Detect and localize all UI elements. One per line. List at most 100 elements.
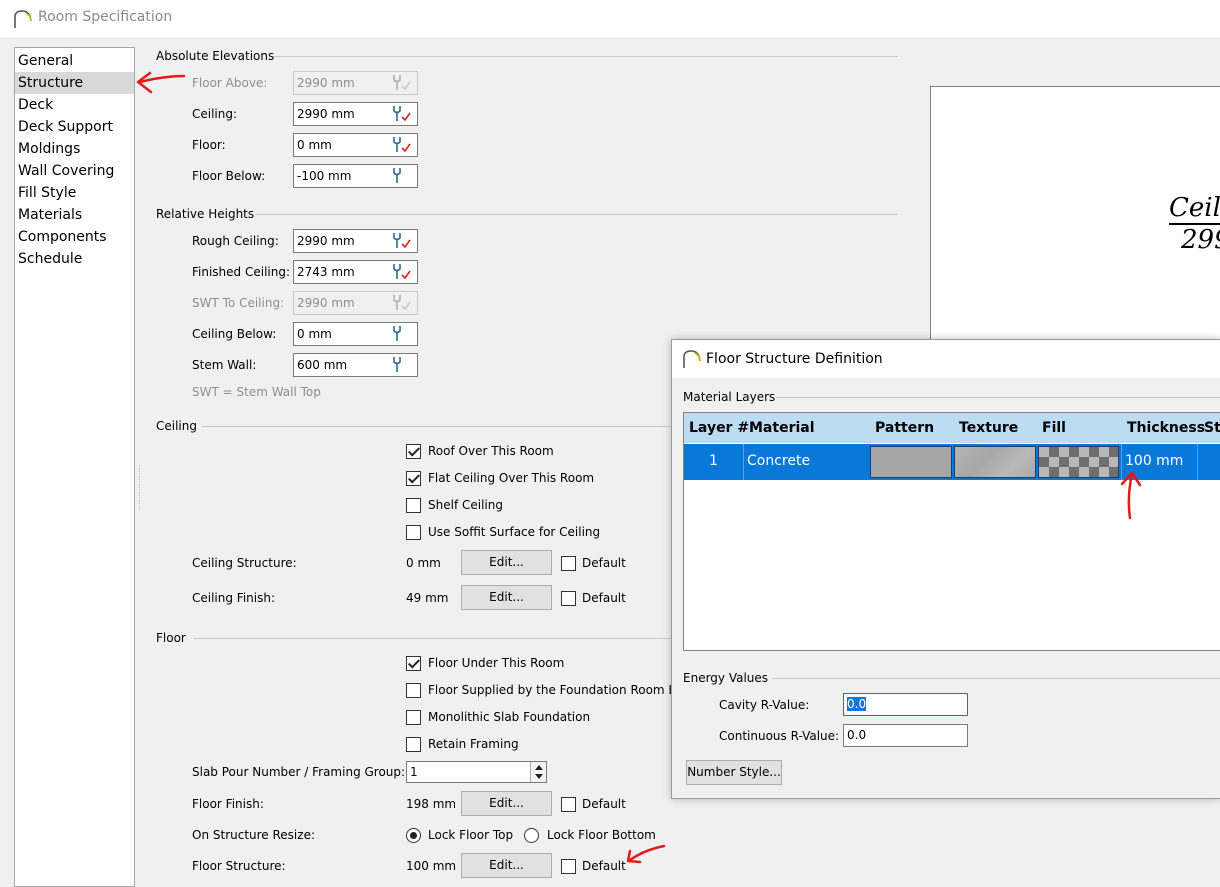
sidebar-item-components[interactable]: Components [15, 226, 134, 248]
wrench-icon[interactable] [388, 166, 414, 186]
col-layer[interactable]: Layer # [689, 420, 749, 436]
rough-ceiling-value: 2990 mm [297, 234, 355, 248]
soffit-surface-label: Use Soffit Surface for Ceiling [428, 525, 601, 539]
material-name: Concrete [747, 453, 811, 469]
col-fill[interactable]: Fill [1042, 420, 1066, 436]
divider [274, 56, 898, 57]
slab-pour-value: 1 [410, 765, 418, 779]
wrench-icon [393, 75, 411, 91]
col-structure[interactable]: Str [1204, 420, 1220, 436]
spin-down-icon[interactable] [534, 773, 544, 780]
sidebar-item-general[interactable]: General [15, 50, 134, 72]
app-logo-icon [14, 10, 32, 28]
ceiling-finish-default-checkbox[interactable] [561, 591, 576, 606]
floor-finish-label: Floor Finish: [192, 797, 264, 811]
col-thickness[interactable]: Thickness [1127, 420, 1205, 436]
material-layers-table[interactable]: Layer # Material Pattern Texture Fill Th… [683, 412, 1220, 651]
sidebar-item-wall-covering[interactable]: Wall Covering [15, 160, 134, 182]
cavity-r-value: 0.0 [847, 697, 867, 711]
layer-number: 1 [709, 453, 718, 469]
cavity-r-input[interactable]: 0.0 [843, 693, 968, 716]
spinner-buttons[interactable] [530, 762, 546, 782]
floor-structure-default-checkbox[interactable] [561, 859, 576, 874]
preview-pane[interactable]: Ceili 299 [930, 86, 1220, 346]
section-relative-heights: Relative Heights [156, 207, 255, 221]
floor-elevation-value: 0 mm [297, 138, 332, 152]
lock-floor-bottom-radio[interactable] [524, 828, 539, 843]
sidebar-item-moldings[interactable]: Moldings [15, 138, 134, 160]
lock-floor-top-label: Lock Floor Top [428, 828, 514, 842]
number-style-button[interactable]: Number Style... [686, 760, 782, 785]
wrench-check-icon[interactable] [388, 135, 414, 155]
sidebar-item-deck[interactable]: Deck [15, 94, 134, 116]
section-material-layers: Material Layers [683, 390, 776, 404]
floor-supplied-foundation-checkbox[interactable] [406, 683, 421, 698]
floor-finish-default-checkbox[interactable] [561, 797, 576, 812]
edit-floor-structure-button[interactable]: Edit... [461, 853, 552, 878]
ceiling-finish-default-label: Default [582, 591, 626, 605]
preview-height-text: 299 [1181, 225, 1220, 255]
floor-structure-dialog[interactable]: Floor Structure Definition Material Laye… [671, 339, 1220, 799]
floor-supplied-foundation-label: Floor Supplied by the Foundation Room Be [428, 683, 671, 697]
edit-ceiling-finish-button[interactable]: Edit... [461, 585, 552, 610]
preview-ceiling-text: Ceili [1169, 193, 1220, 225]
ceiling-below-label: Ceiling Below: [192, 327, 277, 341]
dialog-title: Floor Structure Definition [706, 351, 883, 367]
window-title: Room Specification [38, 9, 173, 25]
continuous-r-value: 0.0 [847, 728, 867, 742]
sidebar-item-fill-style[interactable]: Fill Style [15, 182, 134, 204]
sidebar-item-schedule[interactable]: Schedule [15, 248, 134, 270]
soffit-surface-checkbox[interactable] [406, 525, 421, 540]
edit-ceiling-structure-button[interactable]: Edit... [461, 550, 552, 575]
edit-floor-finish-button[interactable]: Edit... [461, 791, 552, 816]
monolithic-slab-checkbox[interactable] [406, 710, 421, 725]
section-absolute-elevations: Absolute Elevations [156, 49, 275, 63]
ceiling-finish-value: 49 mm [406, 591, 449, 605]
flat-ceiling-checkbox[interactable] [406, 471, 421, 486]
roof-over-room-label: Roof Over This Room [428, 444, 554, 458]
title-bar: Room Specification [0, 0, 1220, 37]
wrench-check-icon[interactable] [388, 104, 414, 124]
wrench-check-icon[interactable] [388, 231, 414, 251]
ceiling-elevation-label: Ceiling: [192, 107, 238, 121]
section-ceiling: Ceiling [156, 419, 197, 433]
retain-framing-checkbox[interactable] [406, 737, 421, 752]
col-pattern[interactable]: Pattern [875, 420, 934, 436]
continuous-r-input[interactable]: 0.0 [843, 724, 968, 747]
col-texture[interactable]: Texture [959, 420, 1018, 436]
divider [772, 678, 1220, 679]
category-list[interactable]: General Structure Deck Deck Support Mold… [14, 47, 135, 887]
sidebar-item-deck-support[interactable]: Deck Support [15, 116, 134, 138]
floor-below-value: -100 mm [297, 169, 352, 183]
shelf-ceiling-checkbox[interactable] [406, 498, 421, 513]
floor-elevation-label: Floor: [192, 138, 226, 152]
app-logo-icon [683, 350, 701, 368]
wrench-icon[interactable] [388, 324, 414, 344]
wrench-check-icon[interactable] [388, 262, 414, 282]
swt-to-ceiling-label: SWT To Ceiling: [192, 296, 285, 310]
wrench-icon[interactable] [388, 355, 414, 375]
floor-finish-value: 198 mm [406, 797, 457, 811]
spin-up-icon[interactable] [534, 764, 544, 771]
pattern-swatch[interactable] [870, 446, 952, 478]
finished-ceiling-value: 2743 mm [297, 265, 355, 279]
stem-wall-label: Stem Wall: [192, 358, 257, 372]
wrench-check-icon [393, 295, 411, 311]
thickness-value[interactable]: 100 mm [1125, 453, 1183, 469]
col-material[interactable]: Material [749, 420, 815, 436]
texture-swatch[interactable] [954, 446, 1036, 478]
roof-over-room-checkbox[interactable] [406, 444, 421, 459]
ceiling-structure-default-checkbox[interactable] [561, 556, 576, 571]
floor-under-room-checkbox[interactable] [406, 656, 421, 671]
slab-pour-spinner[interactable]: 1 [406, 761, 547, 783]
floor-structure-label: Floor Structure: [192, 859, 286, 873]
fill-swatch[interactable] [1038, 446, 1119, 478]
sidebar-item-materials[interactable]: Materials [15, 204, 134, 226]
lock-floor-top-radio[interactable] [406, 828, 421, 843]
sidebar-item-structure[interactable]: Structure [15, 72, 134, 94]
divider [255, 214, 898, 215]
table-row[interactable]: 1 Concrete 100 mm [684, 444, 1220, 480]
section-floor: Floor [156, 631, 186, 645]
panel-splitter[interactable] [139, 465, 142, 510]
cavity-r-label: Cavity R-Value: [719, 698, 810, 712]
